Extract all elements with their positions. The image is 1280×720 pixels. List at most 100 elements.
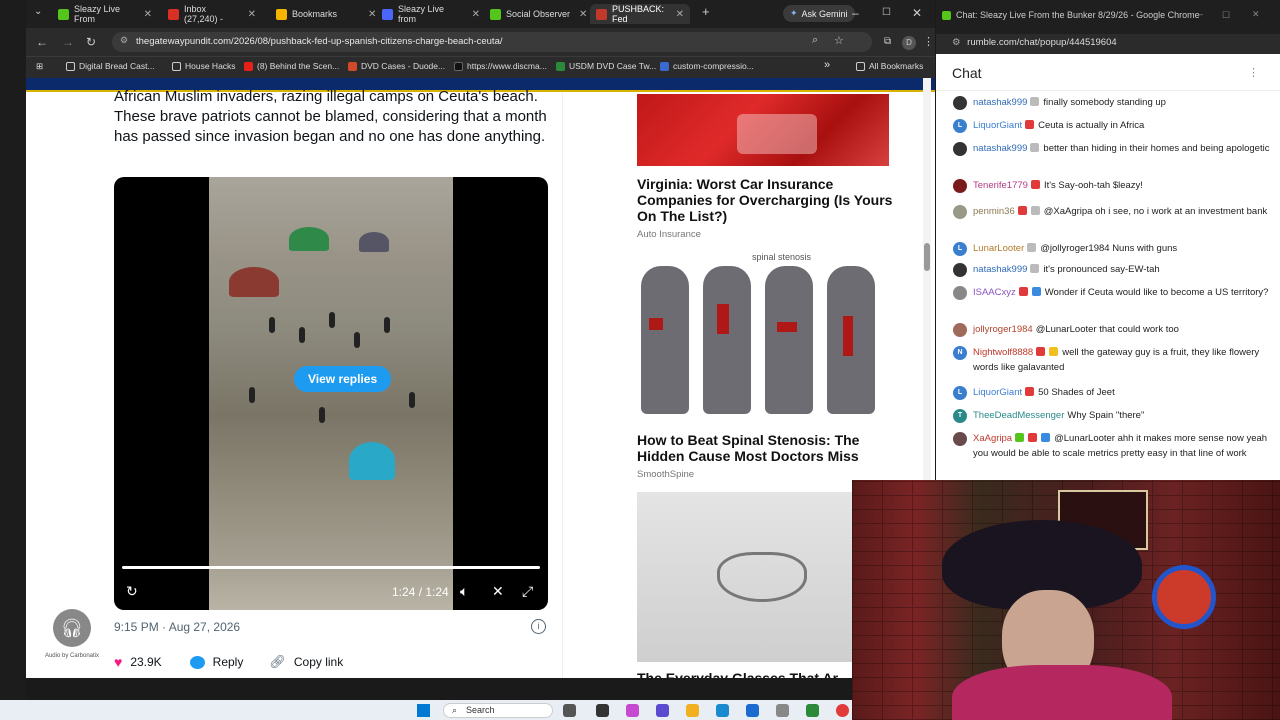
taskbar-app-icon[interactable] <box>596 704 609 717</box>
fullscreen-icon[interactable]: ⤢ <box>522 583 533 600</box>
avatar <box>953 432 967 446</box>
taskbar-app-icon[interactable] <box>626 704 639 717</box>
person-shape <box>409 392 415 408</box>
person-shape <box>269 317 275 333</box>
reply-button[interactable]: Reply <box>189 655 243 669</box>
tab-strip: ⌄ Sleazy Live From ✕ Inbox (27,240) - ✕ Bo… <box>26 0 935 28</box>
bookmark-item[interactable]: House Hacks <box>172 61 236 71</box>
tweet-video[interactable]: View replies ↻ 1:24 / 1:24 🔈︎ ✕ ⤢ <box>114 177 548 610</box>
ad-title[interactable]: How to Beat Spinal Stenosis: The Hidden … <box>637 432 897 464</box>
like-button[interactable]: ♥ 23.9K <box>114 654 162 670</box>
star-icon <box>276 8 287 20</box>
ad-spine-image[interactable]: spinal stenosis <box>637 252 889 416</box>
copy-link-button[interactable]: 🔗︎ Copy link <box>269 654 343 670</box>
tab-inbox[interactable]: Inbox (27,240) - ✕ <box>162 4 262 24</box>
person-shape <box>299 327 305 343</box>
close-window-button[interactable]: ✕ <box>912 6 922 20</box>
url-field[interactable]: ⚙ thegatewaypundit.com/2026/08/pushback-… <box>112 32 872 52</box>
chat-message: N Nightwolf8888 well the gateway guy is a … <box>953 345 1271 375</box>
badge-icon <box>1030 180 1040 189</box>
close-icon[interactable]: ✕ <box>248 9 256 20</box>
tweet-timestamp[interactable]: 9:15 PM · Aug 27, 2026 <box>114 620 240 634</box>
chat-message: natashak999 it's pronounced say-EW-tah <box>953 262 1271 277</box>
tweet-text: African Muslim invaders, razing illegal … <box>114 88 547 145</box>
tab-search-icon[interactable]: ⌄ <box>34 6 42 17</box>
zoom-icon[interactable]: ⌕ <box>812 34 818 47</box>
ad-title[interactable]: Virginia: Worst Car Insurance Companies … <box>637 176 897 224</box>
site-info-icon[interactable]: ⚙ <box>120 35 128 46</box>
bookmark-item[interactable]: https://www.discma... <box>454 61 547 71</box>
close-icon[interactable]: ✕ <box>144 9 152 20</box>
new-tab-button[interactable]: + <box>702 4 710 19</box>
close-icon[interactable]: ✕ <box>579 9 587 20</box>
chat-menu-icon[interactable]: ⋮ <box>1248 66 1259 79</box>
back-button[interactable]: ← <box>36 35 48 49</box>
tab-bookmarks[interactable]: Bookmarks ✕ <box>270 4 380 24</box>
avatar: N <box>953 346 967 360</box>
taskbar-app-icon[interactable] <box>776 704 789 717</box>
tab-sleazy-live-2[interactable]: Sleazy Live from ✕ <box>376 4 486 24</box>
person-shape <box>249 387 255 403</box>
ad-map-image[interactable] <box>637 94 889 166</box>
minimize-button[interactable]: – <box>852 6 859 20</box>
apps-grid-icon[interactable]: ⊞ <box>36 61 43 72</box>
badge-icon <box>1041 433 1051 442</box>
minimize-button[interactable]: – <box>1198 9 1203 19</box>
chat-message: penmin36 @XaAgripa oh i see, no i work at… <box>953 204 1271 219</box>
bookmark-item[interactable]: (8) Behind the Scen... <box>244 61 339 71</box>
avatar: L <box>953 386 967 400</box>
maximize-button[interactable]: ☐ <box>882 7 891 18</box>
chat-message: Tenerife1779 It's Say-ooh-tah $leazy! <box>953 178 1271 193</box>
windows-taskbar: ⌕ Search <box>0 700 852 720</box>
taskbar-search[interactable]: ⌕ Search <box>443 703 553 718</box>
chat-message: jollyroger1984 @LunarLooter that could wo… <box>953 322 1271 337</box>
reload-button[interactable]: ↻ <box>86 35 96 49</box>
bookmark-item[interactable]: custom-compressio... <box>660 61 754 71</box>
close-window-button[interactable]: ✕ <box>1252 9 1260 20</box>
taskbar-app-icon[interactable] <box>806 704 819 717</box>
taskbar-app-icon[interactable] <box>686 704 699 717</box>
replay-icon[interactable]: ↻ <box>126 583 138 600</box>
taskbar-app-icon[interactable] <box>656 704 669 717</box>
bookmark-item[interactable]: DVD Cases - Duode... <box>348 61 445 71</box>
tab-sleazy-live-1[interactable]: Sleazy Live From ✕ <box>52 4 158 24</box>
profile-avatar[interactable]: D <box>902 36 916 50</box>
extensions-icon[interactable]: ⧉ <box>884 36 891 47</box>
all-bookmarks-button[interactable]: All Bookmarks <box>856 61 923 71</box>
menu-icon[interactable]: ⋮ <box>923 35 934 48</box>
desktop-left-edge <box>0 0 26 700</box>
rumble-icon <box>58 8 69 20</box>
close-icon[interactable]: ✕ <box>676 9 684 20</box>
x-logo-icon[interactable]: ✕ <box>492 583 504 600</box>
maximize-button[interactable]: ☐ <box>1222 10 1230 21</box>
chrome-icon[interactable] <box>836 704 849 717</box>
avatar <box>953 286 967 300</box>
forward-button[interactable]: → <box>62 35 74 49</box>
column-divider <box>562 92 563 678</box>
taskbar-app-icon[interactable] <box>746 704 759 717</box>
volume-icon[interactable]: 🔈︎ <box>460 583 468 600</box>
webpage-content: African Muslim invaders, razing illegal … <box>26 78 935 678</box>
info-icon[interactable]: i <box>531 619 546 634</box>
close-icon[interactable]: ✕ <box>472 9 480 20</box>
image-caption: spinal stenosis <box>752 252 812 262</box>
audio-widget[interactable]: 🎧︎ Audio by Carbonatix <box>42 609 102 659</box>
main-browser-window: ⌄ Sleazy Live From ✕ Inbox (27,240) - ✕ Bo… <box>26 0 935 678</box>
person-shape <box>329 312 335 328</box>
windows-start-icon[interactable] <box>417 704 430 717</box>
ask-gemini-button[interactable]: ✦ Ask Gemini <box>783 5 855 22</box>
bookmarks-overflow-button[interactable]: » <box>824 59 830 71</box>
scroll-thumb[interactable] <box>924 243 930 271</box>
chat-title: Chat <box>952 65 982 81</box>
bookmark-item[interactable]: USDM DVD Case Tw... <box>556 61 656 71</box>
tab-pushback[interactable]: PUSHBACK: Fed ✕ <box>590 4 690 24</box>
bookmark-star-icon[interactable]: ☆ <box>834 34 844 47</box>
taskbar-app-icon[interactable] <box>563 704 576 717</box>
chat-message: ISAACxyz Wonder if Ceuta would like to be… <box>953 285 1271 300</box>
chat-url-field[interactable]: ⚙ rumble.com/chat/popup/444519604 <box>936 34 1280 54</box>
view-replies-button[interactable]: View replies <box>294 366 392 392</box>
video-progress-bar[interactable] <box>122 566 540 569</box>
tab-social-observer[interactable]: Social Observer ✕ <box>484 4 594 24</box>
bookmark-item[interactable]: Digital Bread Cast... <box>66 61 155 71</box>
taskbar-app-icon[interactable] <box>716 704 729 717</box>
